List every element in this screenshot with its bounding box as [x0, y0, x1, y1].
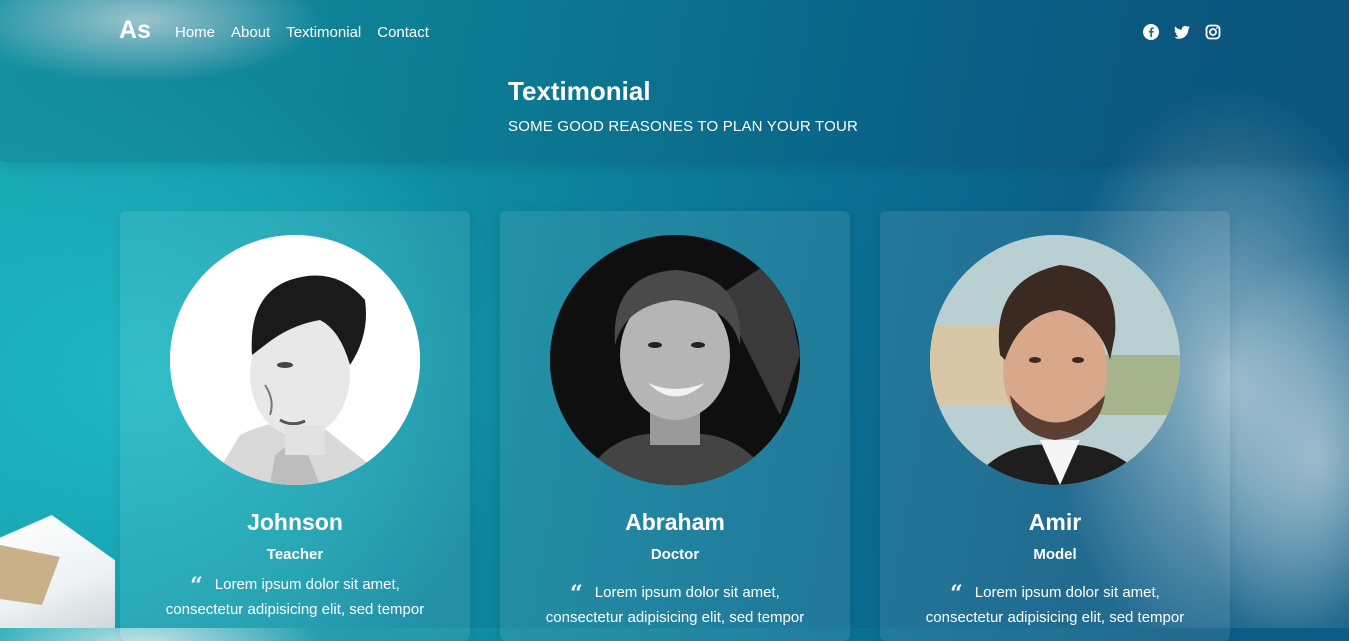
- page-title: Textimonial: [508, 76, 651, 106]
- nav-item-about[interactable]: About: [231, 24, 270, 41]
- quote-line: consectetur adipisicing elit, sed tempor: [165, 601, 425, 618]
- testimonial-role: Doctor: [650, 546, 700, 563]
- avatar: [170, 235, 420, 485]
- twitter-icon[interactable]: [1174, 24, 1190, 40]
- testimonial-quote: “ Lorem ipsum dolor sit amet, consectetur…: [520, 581, 830, 630]
- nav-item-home[interactable]: Home: [175, 24, 215, 41]
- quote-icon: “: [570, 581, 583, 607]
- page-subtitle: SOME GOOD REASONES TO PLAN YOUR TOUR: [508, 118, 859, 135]
- facebook-icon[interactable]: [1143, 24, 1159, 40]
- main-nav: Home About Textimonial Contact: [175, 24, 429, 41]
- testimonial-name: Abraham: [625, 509, 725, 535]
- quote-line: Lorem ipsum dolor sit amet,: [214, 576, 400, 593]
- instagram-icon[interactable]: [1205, 24, 1221, 40]
- brand-logo[interactable]: As: [119, 16, 151, 45]
- quote-icon: “: [950, 581, 963, 607]
- background-boat: [0, 515, 115, 628]
- testimonial-name: Amir: [1028, 509, 1082, 535]
- nav-item-contact[interactable]: Contact: [377, 24, 429, 41]
- testimonial-card: Abraham Doctor “ Lorem ipsum dolor sit am…: [500, 211, 850, 641]
- quote-line: consectetur adipisicing elit, sed tempor: [925, 609, 1185, 626]
- testimonial-role: Teacher: [266, 546, 324, 563]
- social-links: [1143, 24, 1221, 40]
- nav-item-textimonial[interactable]: Textimonial: [286, 24, 361, 41]
- quote-line: consectetur adipisicing elit, sed tempor: [545, 609, 805, 626]
- avatar: [550, 235, 800, 485]
- testimonial-quote: “ Lorem ipsum dolor sit amet, consectetur…: [900, 581, 1210, 630]
- quote-icon: “: [190, 573, 203, 599]
- avatar: [930, 235, 1180, 485]
- testimonial-card: Amir Model “ Lorem ipsum dolor sit amet, …: [880, 211, 1230, 641]
- hero-header: As Home About Textimonial Contact Textim…: [0, 0, 1349, 162]
- quote-line: Lorem ipsum dolor sit amet,: [594, 584, 780, 601]
- testimonial-card: Johnson Teacher “ Lorem ipsum dolor sit a…: [120, 211, 470, 641]
- testimonial-name: Johnson: [247, 509, 343, 535]
- testimonial-role: Model: [1033, 546, 1077, 563]
- quote-line: Lorem ipsum dolor sit amet,: [974, 584, 1160, 601]
- testimonial-quote: “ Lorem ipsum dolor sit amet, consectetur…: [140, 573, 450, 622]
